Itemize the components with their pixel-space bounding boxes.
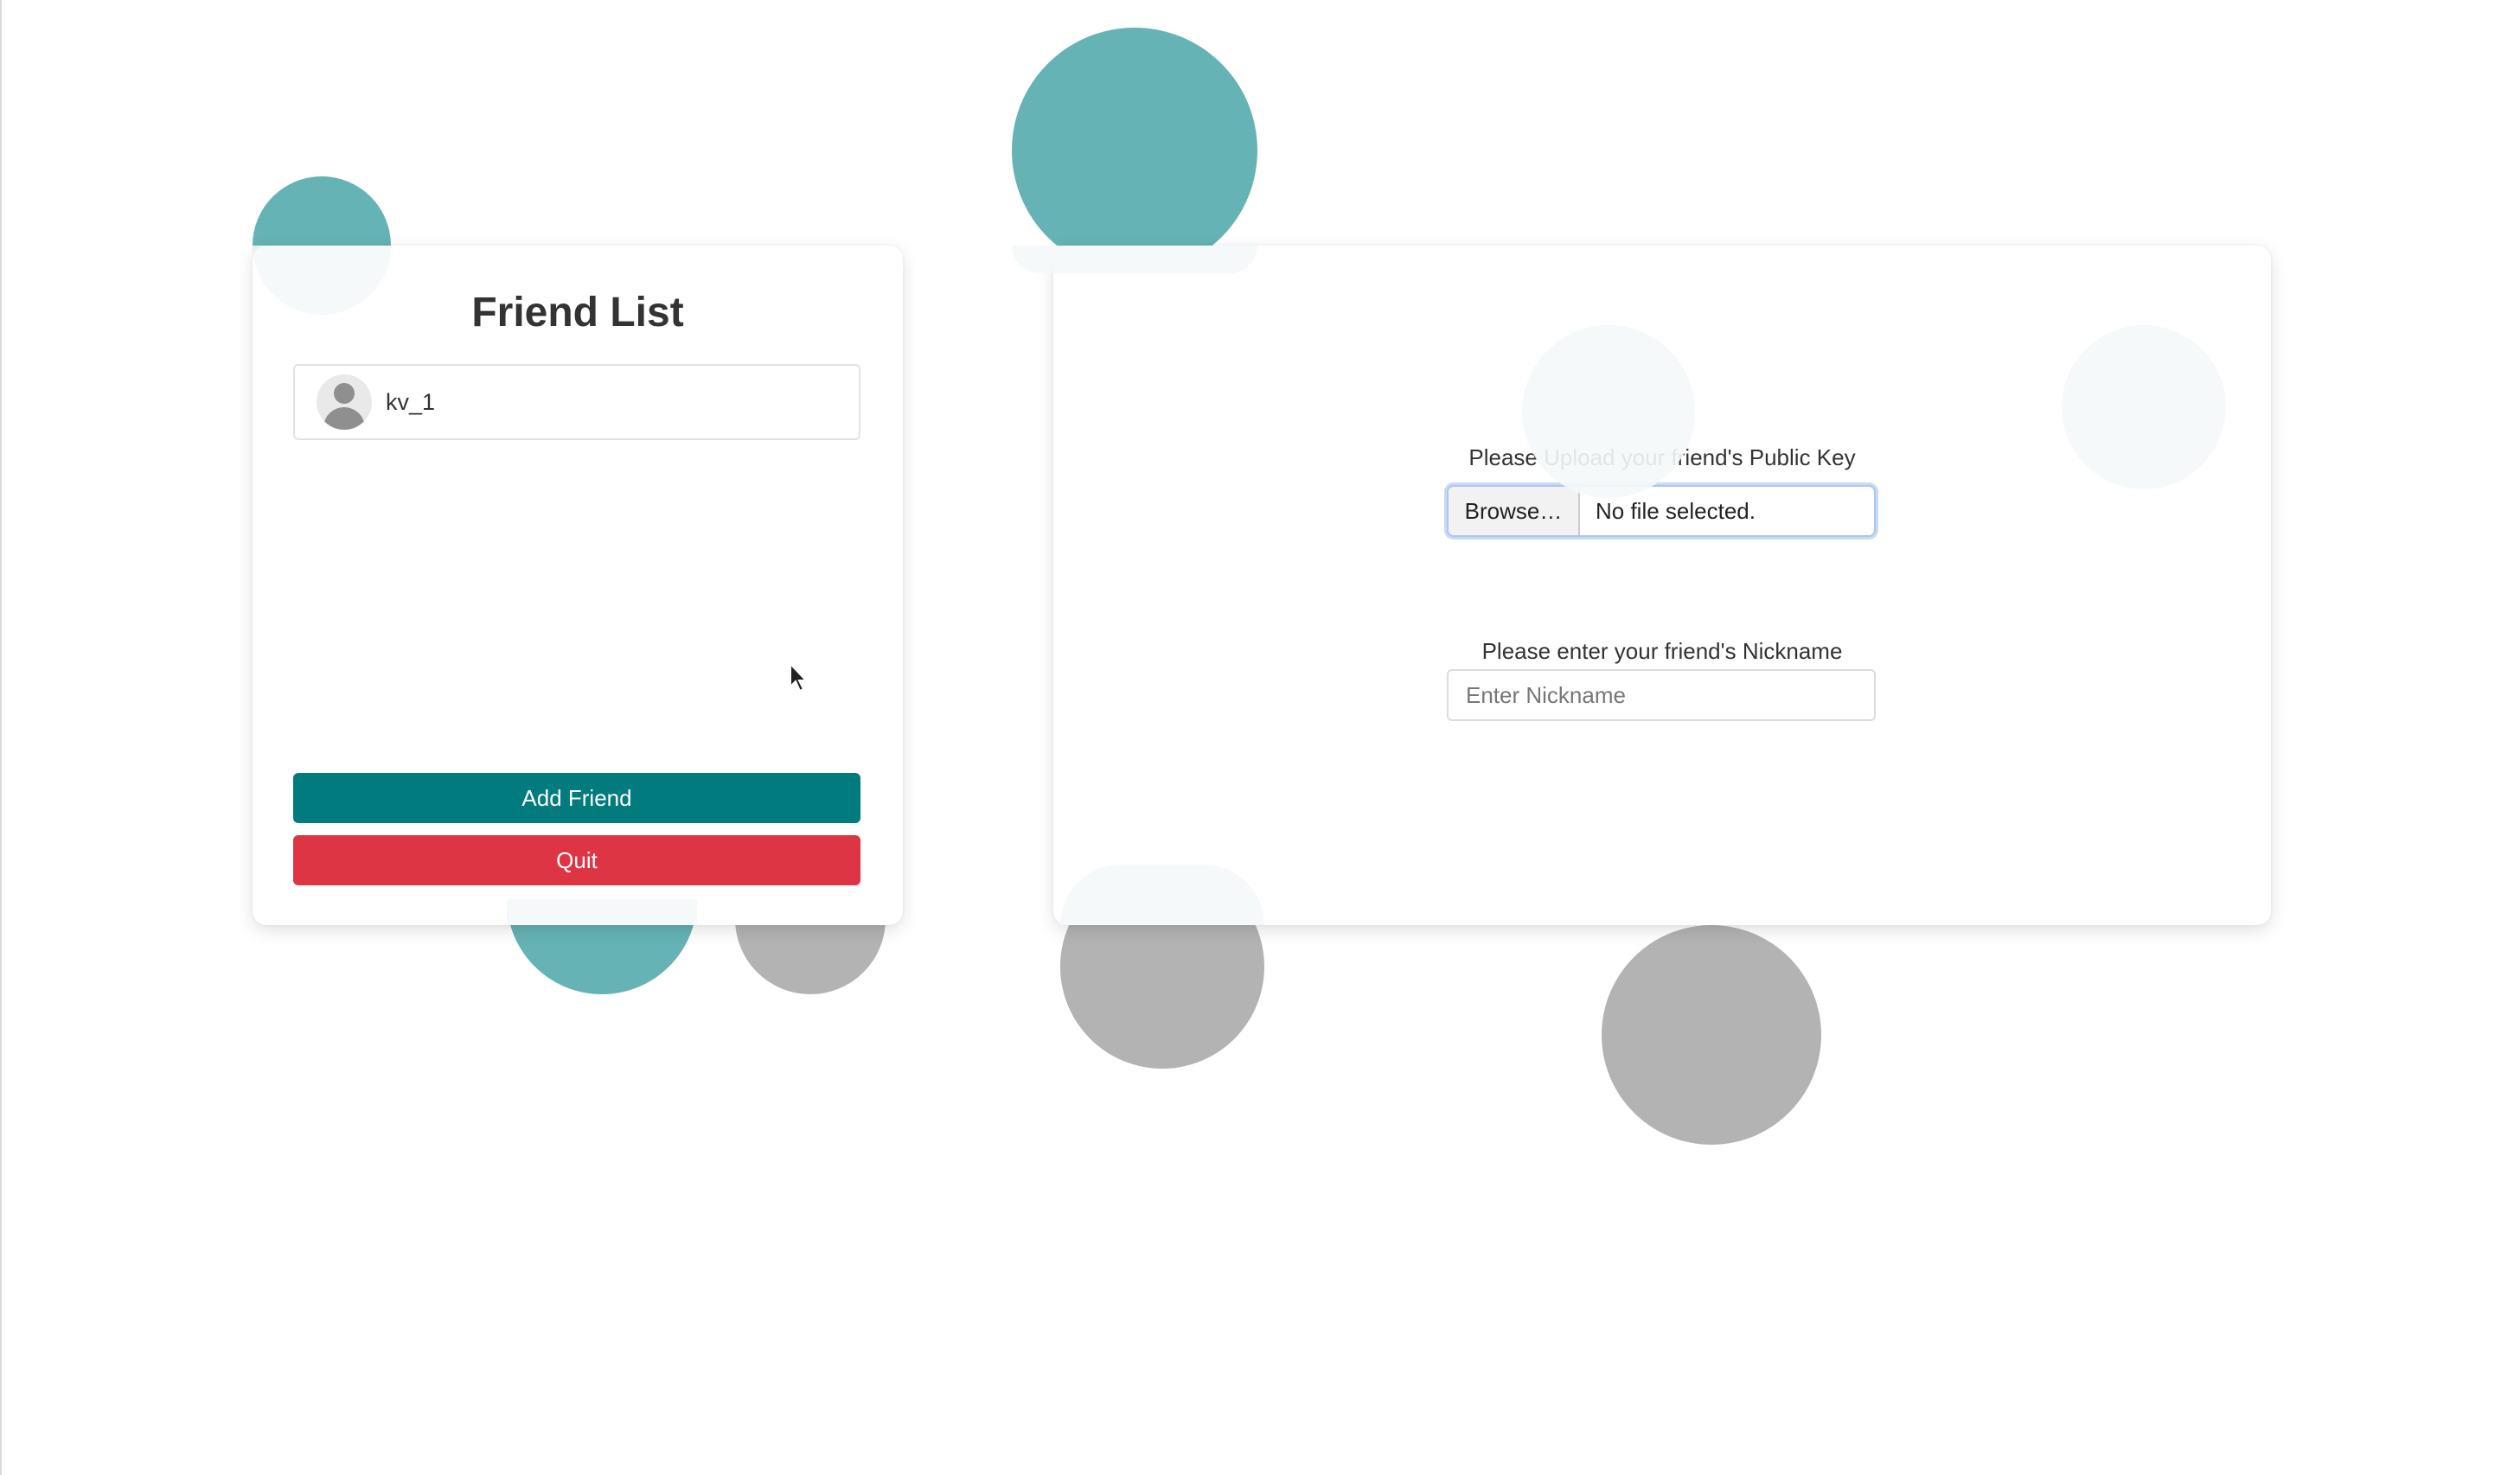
- browse-button[interactable]: Browse…: [1449, 487, 1580, 535]
- decor-bubble-faint-form-a: [1522, 325, 1695, 498]
- add-friend-button[interactable]: Add Friend: [293, 773, 860, 823]
- decor-bubble-gray-large: [1602, 925, 1821, 1145]
- decor-bubble-faint-bottom: [1060, 865, 1264, 925]
- quit-button[interactable]: Quit: [293, 835, 860, 885]
- window-left-border: [0, 0, 2, 1475]
- mouse-pointer-icon: [790, 662, 809, 693]
- nickname-input[interactable]: [1447, 669, 1876, 721]
- nickname-label: Please enter your friend's Nickname: [1481, 638, 1843, 664]
- user-avatar-icon: [317, 374, 372, 430]
- decor-bubble-faint-teal-bottom: [507, 899, 697, 925]
- friend-list-item[interactable]: kv_1: [293, 364, 860, 440]
- friend-list-panel: Friend List kv_1 Add Friend Quit: [253, 246, 903, 925]
- decor-bubble-faint-form-b: [2062, 325, 2226, 489]
- decor-bubble-teal-top: [1012, 28, 1257, 273]
- friend-name: kv_1: [386, 388, 436, 415]
- decor-bubble-faint-top: [1012, 246, 1257, 273]
- public-key-file-input[interactable]: Browse… No file selected.: [1447, 485, 1876, 537]
